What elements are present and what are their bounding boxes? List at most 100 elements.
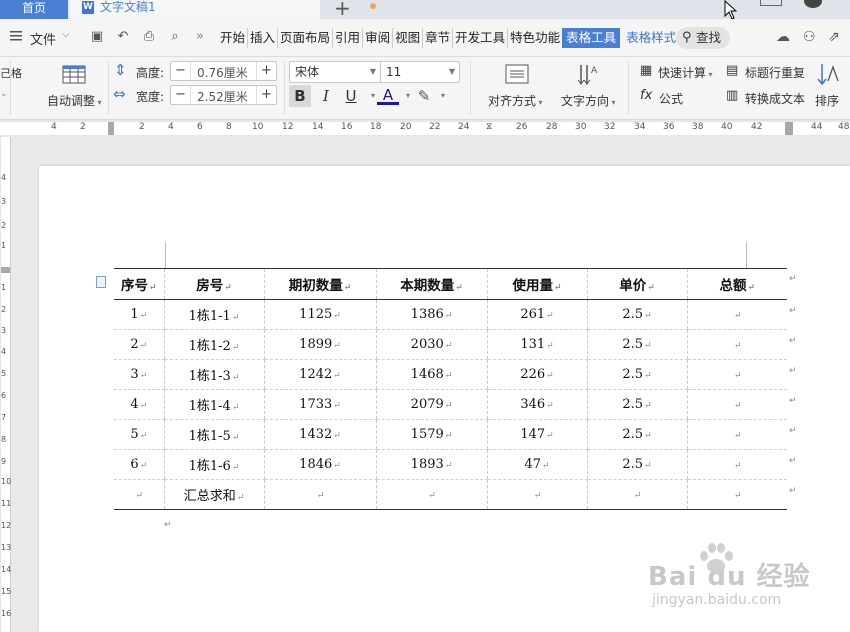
font-name-select[interactable]: 宋体 ▼ [289,61,381,83]
height-value[interactable]: 0.76厘米 [197,64,248,81]
table-cell[interactable]: 1733↵ [263,389,376,420]
tab-section[interactable]: 章节 [422,28,452,48]
convert-to-text-button[interactable]: 转换成文本 [745,90,805,107]
table-cell[interactable]: 6↵ [114,449,164,480]
chevron-down-icon[interactable]: ⌵ [62,29,70,40]
table-cell[interactable]: 2.5↵ [586,389,687,420]
tab-table-style[interactable]: 表格样式 [620,28,678,48]
quick-calc-button[interactable]: 快速计算 ▾ [658,64,713,81]
table-cell[interactable]: 2.5↵ [586,449,687,480]
tab-document[interactable]: W 文字文稿1 [70,0,376,19]
height-decrease-button[interactable]: − [171,62,191,80]
tab-developer[interactable]: 开发工具 [452,28,507,48]
table-cell[interactable]: 2079↵ [375,389,487,420]
table-cell[interactable]: 1125↵ [263,299,376,330]
table-cell[interactable]: 1栋1-2↵ [163,329,264,360]
data-table[interactable]: 序号↵ 房号↵ 期初数量↵ 本期数量↵ 使用量↵ 单价↵ 总额↵ 1↵ 1栋1-1… [114,268,787,510]
table-cell[interactable]: ↵ [686,389,787,420]
undo-icon[interactable]: ↶ [116,30,130,44]
tab-reference[interactable]: 引用 [332,28,362,48]
table-cell[interactable]: 147↵ [486,419,587,450]
width-increase-button[interactable]: + [256,86,276,104]
text-direction-button[interactable]: 文字方向 ▾ [561,92,616,109]
table-cell[interactable]: 1846↵ [263,449,376,480]
table-cell[interactable]: 131↵ [486,329,587,360]
table-cell[interactable]: ↵ [686,449,787,480]
more-icon[interactable]: » [193,30,207,44]
share-user-icon[interactable]: ⚇ [803,29,816,45]
table-cell[interactable]: 1栋1-5↵ [163,419,264,450]
table-cell[interactable]: 1242↵ [263,359,376,390]
table-cell[interactable]: ↵ [686,419,787,450]
table-cell[interactable]: 346↵ [486,389,587,420]
menu-icon[interactable] [10,31,22,41]
table-cell[interactable]: 1899↵ [263,329,376,360]
tab-table-tools[interactable]: 表格工具 [562,28,621,48]
search-button[interactable]: ⚲ 查找 [676,27,730,49]
ruler-indent-marker[interactable]: ⧖ [486,122,492,132]
table-cell[interactable]: 4↵ [114,389,164,420]
width-decrease-button[interactable]: − [171,86,191,104]
table-cell[interactable]: 261↵ [486,299,587,330]
header-cell[interactable]: 期初数量↵ [263,268,376,300]
table-cell[interactable]: 汇总求和↵ [163,479,264,510]
align-button[interactable]: 对齐方式 ▾ [488,92,543,109]
header-cell[interactable]: 总额↵ [686,268,787,300]
share-icon[interactable]: ⇗ [828,29,840,45]
formula-button[interactable]: 公式 [659,90,683,107]
partial-group-label[interactable]: 己格 [0,65,22,81]
table-cell[interactable]: 2030↵ [375,329,487,360]
width-stepper[interactable]: − 2.52厘米 + [170,85,277,105]
auto-adjust-button[interactable]: 自动调整 ▾ [47,92,102,109]
tab-special[interactable]: 特色功能 [507,28,562,48]
table-cell[interactable]: ↵ [375,479,487,510]
table-cell[interactable]: 5↵ [114,419,164,450]
table-cell[interactable]: 226↵ [486,359,587,390]
print-icon[interactable]: ⎙ [142,30,156,44]
table-cell[interactable]: ↵ [686,329,787,360]
header-cell[interactable]: 本期数量↵ [375,268,487,300]
table-cell[interactable]: 47↵ [486,449,587,480]
table-cell[interactable]: ↵ [686,479,787,510]
table-cell[interactable]: 1栋1-3↵ [163,359,264,390]
table-cell[interactable]: 2.5↵ [586,329,687,360]
chevron-down-icon[interactable]: ▾ [432,85,454,107]
header-repeat-button[interactable]: 标题行重复 [745,64,805,81]
table-cell[interactable]: 3↵ [114,359,164,390]
height-increase-button[interactable]: + [256,62,276,80]
tab-home[interactable]: 首页 [0,0,68,19]
print-preview-icon[interactable]: ⌕ [168,30,182,44]
header-cell[interactable]: 房号↵ [163,268,264,300]
horizontal-ruler[interactable]: 4 2 2 4 6 8 10 12 14 16 18 20 22 24 ⧖ 26… [0,120,850,137]
window-layout-icon[interactable] [760,0,782,6]
sort-button[interactable]: 排序 [815,92,839,109]
cloud-icon[interactable]: ☁ [776,29,790,45]
tab-insert[interactable]: 插入 [247,28,277,48]
height-stepper[interactable]: − 0.76厘米 + [170,61,277,81]
font-color-button[interactable]: A [377,85,399,105]
table-cell[interactable]: 1893↵ [375,449,487,480]
file-menu[interactable]: 文件 [30,29,56,48]
table-cell[interactable]: 1栋1-6↵ [163,449,264,480]
vertical-ruler[interactable]: 4 3 2 1 1 2 3 4 5 6 7 8 9 10 11 12 13 14… [0,137,11,632]
new-tab-button[interactable]: + [334,0,351,20]
header-cell[interactable]: 序号↵ [114,268,164,300]
table-cell[interactable]: 1栋1-4↵ [163,389,264,420]
header-cell[interactable]: 使用量↵ [486,268,587,300]
table-cell[interactable]: ↵ [686,299,787,330]
font-size-select[interactable]: 11 ▼ [380,61,460,83]
tab-start[interactable]: 开始 [218,28,247,48]
bold-button[interactable]: B [289,85,311,107]
save-icon[interactable]: ▣ [90,30,104,44]
table-cell[interactable]: 1579↵ [375,419,487,450]
table-cell[interactable]: 1↵ [114,299,164,330]
table-cell[interactable]: ↵ [586,479,687,510]
table-cell[interactable]: 1386↵ [375,299,487,330]
header-cell[interactable]: 单价↵ [586,268,687,300]
sort-icon[interactable] [815,61,839,87]
table-cell[interactable]: 2↵ [114,329,164,360]
table-cell[interactable]: ↵ [686,359,787,390]
width-value[interactable]: 2.52厘米 [197,88,248,105]
table-cell[interactable]: 1432↵ [263,419,376,450]
auto-adjust-icon[interactable] [62,63,86,85]
